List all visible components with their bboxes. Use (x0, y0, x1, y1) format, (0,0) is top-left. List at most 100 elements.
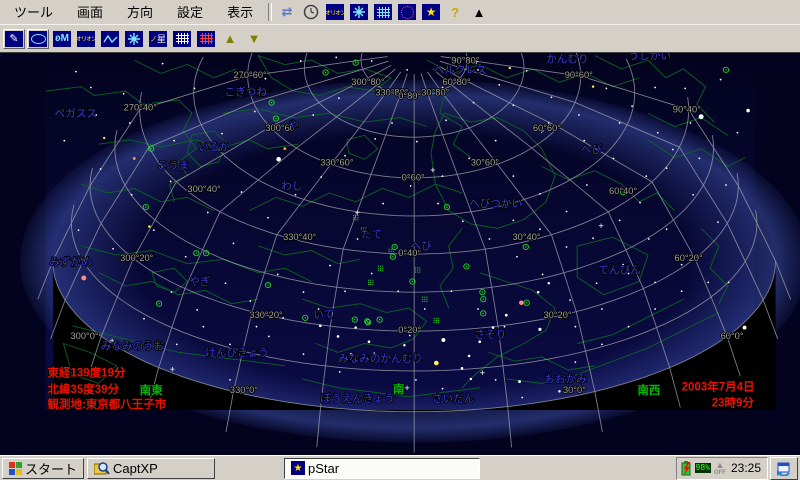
menu-0[interactable]: ツール (2, 2, 65, 23)
constellation-name-small-toggle[interactable]: オリオン (75, 29, 97, 49)
direction-labels-label: 南東 (140, 383, 163, 397)
observer-info-label: 観測地:東京都八王子市 (47, 397, 166, 411)
constellation-name-labels-label: いて (313, 309, 334, 321)
constellation-name-labels-label: ヘルクレス (434, 64, 487, 76)
constellation-name-labels-label: みなみのうお (101, 341, 165, 353)
grid-coordinate-labels-label: 30°60° (471, 157, 499, 167)
datetime-info-label: 2003年7月4日 (682, 379, 755, 393)
taskbar-app-label: pStar (308, 461, 339, 476)
constellation-name-labels-label: かんむり (546, 54, 588, 66)
circle-toggle[interactable] (396, 2, 418, 22)
grid-coordinate-labels-label: 330°60° (320, 157, 354, 167)
sky-chart-canvas[interactable]: 300°80°330°80°0°80°30°80°60°80°90°80°270… (0, 53, 800, 456)
constellation-name-labels-label: おおかみ (544, 373, 587, 385)
grid-coordinate-labels-label: 30°80° (421, 88, 449, 98)
grid-toggle[interactable] (372, 2, 394, 22)
grid-coordinate-labels-label: 30°20° (543, 310, 571, 320)
constellation-name-labels-label: いるか (198, 141, 230, 153)
constellation-lines-toggle[interactable] (99, 29, 121, 49)
battery-percent: 98% (695, 463, 711, 473)
mag-up-button[interactable]: ▲ (219, 29, 241, 49)
grid-coordinate-labels-label: 90°40° (673, 104, 701, 114)
constellation-name-labels-label: たて (361, 229, 382, 241)
grid-coordinate-labels-label: 90°60° (565, 70, 593, 80)
toolbar-separator (268, 3, 272, 21)
redraw-arrows-icon[interactable]: ⇄ (276, 2, 298, 22)
taskbar-app-pstar[interactable]: ★pStar (284, 458, 480, 479)
grid-coordinate-labels-label: 30°40° (512, 232, 540, 242)
star-toggle[interactable]: ★ (420, 2, 442, 22)
grid-coordinate-labels-label: 300°20° (120, 253, 154, 263)
grid-white-toggle[interactable] (171, 29, 193, 49)
observer-info-label: 東経139度19分 (47, 365, 125, 379)
tray-clock: 23:25 (729, 461, 763, 475)
constellation-name-labels-label: てんびん (598, 265, 641, 277)
taskbar: スタート CaptXP ★pStar 98% ▲ OFF 23:25 (0, 455, 800, 480)
mag-down-button[interactable]: ▼ (243, 29, 265, 49)
menu-3[interactable]: 設定 (165, 2, 215, 23)
grid-coordinate-labels-label: 330°0° (230, 385, 258, 395)
star-app-icon: ★ (291, 461, 305, 475)
menu-4[interactable]: 表示 (215, 2, 265, 23)
star-name-toggle[interactable]: ノ星 (147, 29, 169, 49)
taskbar-app-label: CaptXP (113, 461, 158, 476)
constellation-name-labels-label: みずがめ (49, 256, 91, 269)
constellation-name-labels-label: ぼうえんきょう (320, 393, 394, 405)
constellation-name-labels-label: へびつかい (469, 198, 522, 210)
direction-labels-label: 南 (393, 382, 405, 396)
grid-coordinate-labels-label: 0°80° (398, 91, 421, 101)
tool-bar: ✎ ʚMオリオン ノ星 ▲▼ (0, 25, 800, 53)
constellation-figure-toggle[interactable] (348, 2, 370, 22)
constellation-name-labels-label: みなみのかんむり (338, 353, 423, 365)
battery-icon[interactable] (681, 461, 692, 476)
ime-off-indicator[interactable]: ▲ OFF (714, 461, 726, 476)
app-switch-icon (776, 460, 792, 476)
grid-coordinate-labels-label: 330°20° (249, 310, 283, 320)
start-button[interactable]: スタート (2, 458, 84, 479)
constellation-name-labels-label: けんびきょう (205, 347, 269, 359)
grid-coordinate-labels-label: 300°80° (351, 77, 385, 87)
grid-coordinate-labels-label: 60°20° (675, 253, 703, 263)
constellation-name-labels-label: こぎつね (225, 86, 268, 99)
grid-coordinate-labels-label: 60°80° (443, 77, 471, 87)
constellation-name-labels-label: ペガスス (55, 108, 97, 120)
constellation-name-toggle[interactable]: オリオン (324, 2, 346, 22)
system-tray: 98% ▲ OFF 23:25 (676, 457, 768, 480)
tray-app-button[interactable] (770, 457, 798, 480)
grid-coordinate-labels-label: 60°40° (609, 186, 637, 196)
datetime-info-label: 23時9分 (712, 395, 755, 409)
constellation-name-labels-label: こうま (157, 160, 189, 172)
constellation-figure2-toggle[interactable] (123, 29, 145, 49)
menu-2[interactable]: 方向 (115, 2, 165, 23)
windows-logo-icon (9, 462, 22, 475)
constellation-name-labels-label: やぎ (189, 275, 211, 288)
grid-coordinate-labels-label: 60°60° (533, 123, 561, 133)
constellation-name-labels-label: わし (281, 180, 302, 192)
grid-coordinate-labels-label: 30°0° (563, 385, 586, 395)
constellation-name-labels-label: うしかい (629, 53, 671, 62)
grid-coordinate-labels-label: 300°40° (187, 184, 221, 194)
help-button[interactable]: ? (444, 2, 466, 22)
grid-coordinate-labels-label: 270°40° (124, 103, 158, 113)
grid-coordinate-labels-label: 60°0° (721, 331, 744, 341)
grid-coordinate-labels-label: 0°20° (398, 325, 421, 335)
grid-coordinate-labels-label: 0°60° (402, 173, 425, 183)
sky-chart[interactable]: 300°80°330°80°0°80°30°80°60°80°90°80°270… (0, 52, 800, 455)
clock-icon[interactable] (300, 2, 322, 22)
constellation-name-labels-label: へび (411, 241, 433, 253)
grid-coordinate-labels-label: 330°40° (283, 232, 317, 242)
messier-toggle[interactable]: ʚM (51, 29, 73, 49)
grid-coordinate-labels-label: 270°60° (233, 70, 267, 80)
observer-info-label: 北緯35度39分 (47, 382, 119, 396)
start-label: スタート (25, 459, 77, 478)
taskbar-app-captxp[interactable]: CaptXP (87, 458, 215, 479)
constellation-name-labels-label: や (288, 120, 299, 132)
ellipse-tool[interactable] (27, 29, 49, 49)
menu-1[interactable]: 画面 (65, 2, 115, 23)
constellation-name-labels-label: へび (581, 144, 603, 156)
pen-tool[interactable]: ✎ (3, 29, 25, 49)
grid-red-toggle[interactable] (195, 29, 217, 49)
constellation-name-labels-label: さそり (474, 329, 506, 341)
magnifier-icon (94, 461, 110, 476)
collapse-toolbar-button[interactable]: ▲ (468, 2, 490, 22)
